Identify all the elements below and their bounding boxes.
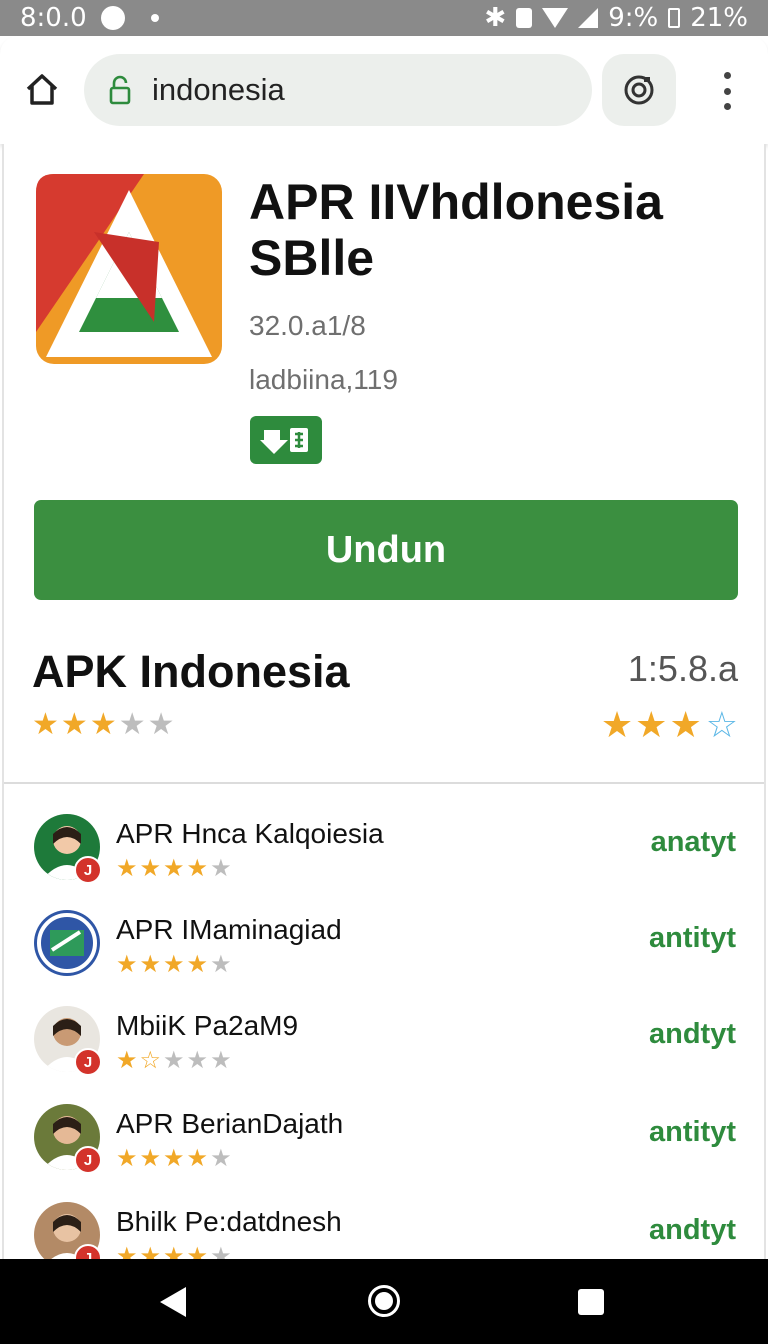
list-item[interactable]: J Bhilk Pe:datdnesh ★ ★ ★ ★ ★ andtyt bbox=[4, 1192, 764, 1259]
download-icon bbox=[260, 428, 308, 454]
app-title: APR IIVhdlonesia SBlle bbox=[249, 174, 663, 286]
star-filled-icon: ★ bbox=[163, 1144, 185, 1172]
page-content: APR IIVhdlonesia SBlle 32.0.a1/8 ladbiin… bbox=[2, 144, 766, 1259]
star-filled-icon: ★ bbox=[60, 707, 88, 742]
menu-dot-icon bbox=[723, 103, 731, 110]
star-filled-icon: ★ bbox=[116, 1046, 138, 1074]
list-item-action[interactable]: antityt bbox=[649, 922, 736, 955]
navigation-bar bbox=[0, 1259, 768, 1344]
url-text: indonesia bbox=[152, 72, 285, 107]
list-item[interactable]: J MbiiK Pa2aM9 ★ ☆ ★ ★ ★ andtyt bbox=[4, 996, 764, 1094]
overflow-menu-button[interactable] bbox=[716, 66, 738, 116]
status-time: 8:0.0 bbox=[20, 3, 87, 33]
battery-icon bbox=[668, 8, 681, 28]
home-button[interactable] bbox=[22, 70, 62, 110]
star-empty-icon: ★ bbox=[210, 1046, 232, 1074]
star-empty-icon: ★ bbox=[210, 950, 232, 978]
star-empty-icon: ☆ bbox=[705, 705, 738, 746]
list-item-title: Bhilk Pe:datdnesh bbox=[116, 1206, 342, 1237]
signal-icon bbox=[578, 8, 599, 28]
notification-dot-icon bbox=[150, 14, 159, 22]
star-filled-icon: ★ bbox=[186, 854, 209, 882]
star-empty-icon: ★ bbox=[118, 707, 146, 742]
camera-icon bbox=[624, 75, 654, 105]
rating-section: APK Indonesia 1:5.8.a ★ ★ ★ ★ ★ ★ ★ ★ ☆ bbox=[4, 624, 764, 784]
menu-dot-icon bbox=[723, 87, 731, 95]
list-item-title: APR Hnca Kalqoiesia bbox=[116, 818, 384, 849]
star-filled-icon: ★ bbox=[600, 705, 634, 746]
star-filled-icon: ★ bbox=[139, 1144, 162, 1172]
list-item[interactable]: J APR BerianDajath ★ ★ ★ ★ ★ antityt bbox=[4, 1094, 764, 1192]
app-logo-icon bbox=[36, 174, 222, 364]
wifi-icon bbox=[542, 8, 569, 28]
list-item[interactable]: APR IMaminagiad ★ ★ ★ ★ ★ antityt bbox=[4, 900, 764, 998]
home-nav-button[interactable] bbox=[368, 1285, 400, 1317]
star-filled-icon: ★ bbox=[163, 854, 185, 882]
star-filled-icon: ★ bbox=[89, 707, 117, 742]
avatar-badge-icon: J bbox=[74, 856, 102, 884]
bluetooth-icon: ✱ bbox=[484, 3, 507, 33]
star-filled-icon: ★ bbox=[139, 1242, 162, 1259]
app-date: ladbiina,119 bbox=[249, 364, 398, 395]
list-item-stars: ★ ★ ★ ★ ★ bbox=[116, 856, 232, 880]
star-filled-icon: ★ bbox=[163, 1242, 185, 1259]
back-button[interactable] bbox=[160, 1287, 186, 1317]
star-filled-icon: ★ bbox=[116, 950, 138, 978]
navigation-icon bbox=[100, 6, 125, 30]
app-header: APR IIVhdlonesia SBlle 32.0.a1/8 ladbiin… bbox=[34, 172, 734, 472]
lock-icon bbox=[109, 75, 131, 105]
star-filled-icon: ★ bbox=[116, 854, 138, 882]
list-item[interactable]: J APR Hnca Kalqoiesia ★ ★ ★ ★ ★ anatyt bbox=[4, 804, 764, 902]
star-filled-icon: ★ bbox=[186, 1144, 209, 1172]
star-filled-icon: ★ bbox=[116, 1144, 138, 1172]
list-item-action[interactable]: anatyt bbox=[651, 826, 736, 859]
list-item-title: APR BerianDajath bbox=[116, 1108, 344, 1139]
star-empty-icon: ★ bbox=[210, 1144, 232, 1172]
download-badge[interactable] bbox=[250, 416, 322, 464]
list-item-action[interactable]: antityt bbox=[649, 1116, 736, 1149]
star-filled-icon: ★ bbox=[186, 1242, 209, 1259]
avatar-badge-icon: J bbox=[74, 1146, 102, 1174]
download-button[interactable]: Undun bbox=[34, 500, 738, 600]
star-half-icon: ☆ bbox=[139, 1046, 162, 1074]
avatar bbox=[34, 910, 100, 976]
list-item-stars: ★ ★ ★ ★ ★ bbox=[116, 1244, 232, 1259]
sim-icon bbox=[516, 8, 533, 28]
recents-button[interactable] bbox=[578, 1289, 604, 1315]
status-bar: 8:0.0 ✱ 9:% 21% bbox=[0, 0, 768, 36]
star-filled-icon: ★ bbox=[669, 705, 702, 746]
list-item-title: MbiiK Pa2aM9 bbox=[116, 1010, 299, 1041]
rating-title: APK Indonesia bbox=[32, 646, 350, 697]
avatar-badge-icon: J bbox=[74, 1048, 102, 1076]
address-bar[interactable]: indonesia bbox=[84, 54, 592, 126]
list-item-title: APR IMaminagiad bbox=[116, 914, 342, 945]
star-filled-icon: ★ bbox=[163, 950, 185, 978]
list-item-action[interactable]: andtyt bbox=[649, 1214, 736, 1247]
star-filled-icon: ★ bbox=[186, 950, 209, 978]
rating-score: 1:5.8.a bbox=[627, 648, 738, 689]
list-item-action[interactable]: andtyt bbox=[649, 1018, 736, 1051]
battery-percent: 9:% bbox=[608, 3, 659, 33]
rating-stars-left: ★ ★ ★ ★ ★ bbox=[32, 710, 175, 740]
status-extra: 21% bbox=[690, 3, 748, 33]
star-filled-icon: ★ bbox=[116, 1242, 138, 1259]
app-version: 32.0.a1/8 bbox=[249, 310, 366, 341]
list-item-stars: ★ ★ ★ ★ ★ bbox=[116, 952, 232, 976]
rating-stars-right: ★ ★ ★ ☆ bbox=[601, 708, 738, 744]
list-item-stars: ★ ★ ★ ★ ★ bbox=[116, 1146, 232, 1170]
browser-toolbar: indonesia bbox=[0, 36, 768, 144]
star-filled-icon: ★ bbox=[139, 950, 162, 978]
star-filled-icon: ★ bbox=[139, 854, 162, 882]
star-empty-icon: ★ bbox=[210, 1242, 232, 1259]
camera-button[interactable] bbox=[602, 54, 676, 126]
star-empty-icon: ★ bbox=[186, 1046, 209, 1074]
star-filled-icon: ★ bbox=[635, 705, 668, 746]
star-filled-icon: ★ bbox=[32, 707, 59, 742]
star-empty-icon: ★ bbox=[210, 854, 232, 882]
home-icon bbox=[26, 74, 58, 105]
menu-dot-icon bbox=[723, 72, 731, 79]
list-item-stars: ★ ☆ ★ ★ ★ bbox=[116, 1048, 232, 1072]
star-empty-icon: ★ bbox=[147, 707, 175, 742]
star-empty-icon: ★ bbox=[163, 1046, 185, 1074]
